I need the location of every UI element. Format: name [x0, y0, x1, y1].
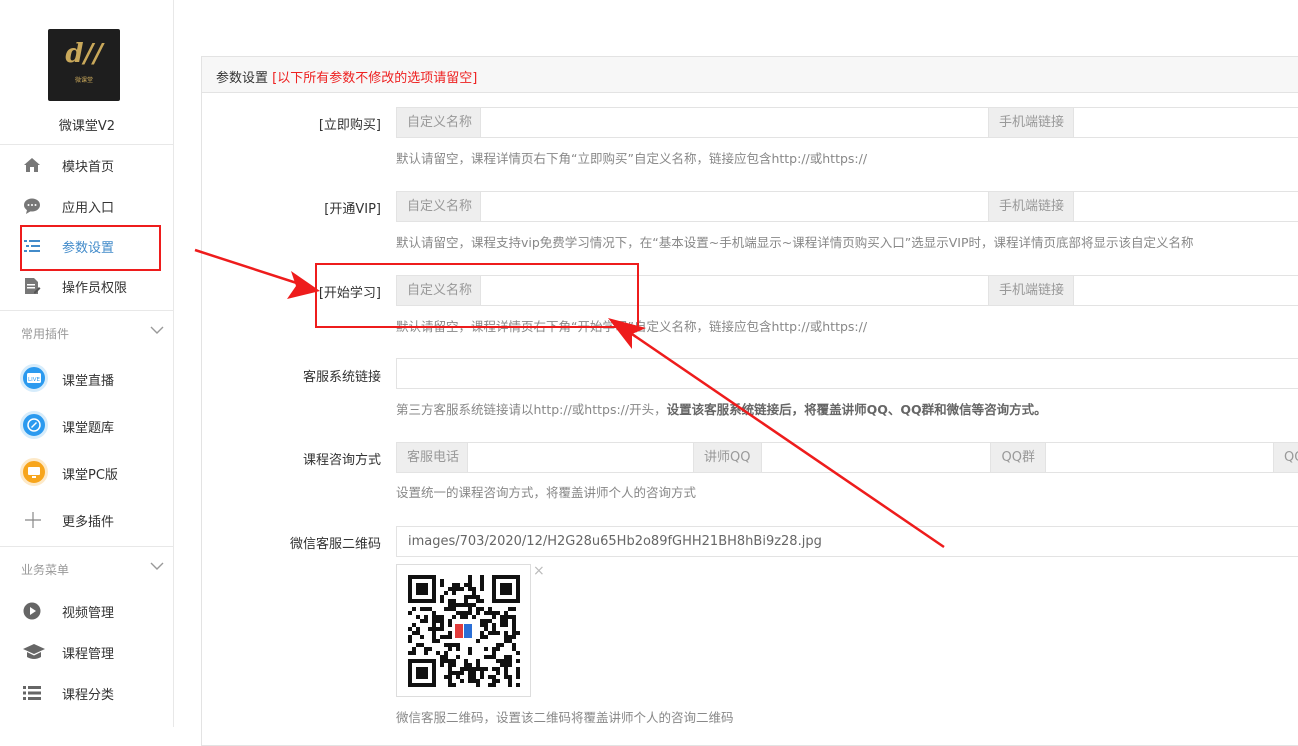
start-learning-link-addon: 手机端链接	[989, 276, 1073, 305]
wechat-qr-path-input[interactable]: images/703/2020/12/H2G28u65Hb2o89fGHH21B…	[396, 526, 1298, 557]
consult-help: 设置统一的课程咨询方式，将覆盖讲师个人的咨询方式	[396, 485, 697, 500]
buy-now-link-addon: 手机端链接	[989, 108, 1073, 137]
sidebar-item-label: 课堂PC版	[62, 468, 118, 483]
qr-code-image	[408, 575, 520, 687]
logo-mark: d//	[65, 39, 103, 69]
sidebar-item-label: 应用入口	[62, 201, 115, 216]
svg-text:LIVE: LIVE	[28, 377, 40, 383]
chevron-down-icon[interactable]	[150, 560, 164, 575]
sidebar-item-operator-permissions[interactable]: 操作员权限	[0, 266, 174, 306]
app-name: 微课堂V2	[58, 119, 116, 134]
sidebar-item-course-management[interactable]: 课程管理	[0, 632, 174, 672]
sidebar-item-label: 操作员权限	[62, 281, 128, 296]
service-link-help: 第三方客服系统链接请以http://或https://开头，设置该客服系统链接后…	[396, 399, 1047, 418]
close-icon[interactable]: ×	[533, 563, 545, 579]
sidebar-item-label: 更多插件	[62, 515, 115, 530]
consult-qq-input[interactable]	[762, 443, 990, 472]
sidebar-item-label: 课程分类	[62, 688, 115, 703]
play-circle-icon	[22, 601, 42, 621]
sidebar-item-question-bank[interactable]: 课堂题库	[0, 403, 174, 447]
logo-subtitle: 微课堂	[74, 77, 93, 84]
buy-now-link-input[interactable]	[1074, 108, 1298, 137]
sidebar-item-pc-version[interactable]: 课堂PC版	[0, 450, 174, 494]
graduation-cap-icon	[22, 642, 45, 662]
open-vip-input-group: 自定义名称 手机端链接	[396, 191, 1298, 222]
sidebar-item-video-management[interactable]: 视频管理	[0, 591, 174, 631]
wechat-qr-help: 微信客服二维码，设置该二维码将覆盖讲师个人的咨询二维码	[396, 710, 734, 725]
buy-now-label: [立即购买]	[318, 118, 381, 133]
buy-now-name-input[interactable]	[481, 108, 988, 137]
consult-phone-input[interactable]	[468, 443, 693, 472]
open-vip-label: [开通VIP]	[324, 202, 381, 217]
consult-qqgroup-addon: QQ群	[991, 443, 1045, 472]
panel-warning: [以下所有参数不修改的选项请留空]	[272, 71, 478, 86]
question-bank-icon	[20, 411, 48, 439]
start-learning-link-input[interactable]	[1074, 276, 1298, 305]
plus-icon	[24, 511, 42, 533]
open-vip-name-input[interactable]	[481, 192, 988, 221]
pc-monitor-icon	[20, 458, 48, 486]
divider	[0, 310, 174, 311]
open-vip-link-addon: 手机端链接	[989, 192, 1073, 221]
sidebar: d// 微课堂 微课堂V2 模块首页 应用入口 参数设置 操作员权限 常用插件 …	[0, 0, 174, 727]
panel-title: 参数设置	[216, 71, 269, 86]
service-link-help-text: 第三方客服系统链接请以http://或https://开头，	[396, 402, 667, 417]
section-title-business: 业务菜单	[21, 563, 70, 577]
consult-label: 课程咨询方式	[302, 453, 381, 468]
open-vip-link-input[interactable]	[1074, 192, 1298, 221]
app-logo: d// 微课堂	[48, 29, 120, 101]
sidebar-item-label: 课堂题库	[62, 421, 115, 436]
chat-bubble-icon	[22, 196, 42, 216]
panel-header: 参数设置 [以下所有参数不修改的选项请留空]	[202, 57, 1298, 93]
sidebar-item-course-category[interactable]: 课程分类	[0, 673, 174, 713]
open-vip-name-addon: 自定义名称	[397, 192, 480, 221]
service-link-help-bold: 设置该客服系统链接后，将覆盖讲师QQ、QQ群和微信等咨询方式。	[666, 402, 1047, 417]
open-vip-help: 默认请留空，课程支持vip免费学习情况下，在“基本设置~手机端显示~课程详情页购…	[396, 235, 1194, 250]
service-link-label: 客服系统链接	[302, 370, 381, 385]
buy-now-name-addon: 自定义名称	[397, 108, 480, 137]
wechat-qr-label: 微信客服二维码	[289, 537, 381, 552]
sidebar-item-more-plugins[interactable]: 更多插件	[0, 497, 174, 541]
buy-now-help: 默认请留空，课程详情页右下角“立即购买”自定义名称，链接应包含http://或h…	[396, 151, 868, 166]
sidebar-item-label: 模块首页	[62, 160, 115, 175]
section-title-plugins: 常用插件	[21, 327, 70, 341]
annotation-highlight-box	[315, 263, 639, 328]
divider	[0, 546, 174, 547]
service-link-input[interactable]	[396, 358, 1298, 389]
buy-now-input-group: 自定义名称 手机端链接	[396, 107, 1298, 138]
annotation-highlight-box	[20, 225, 161, 271]
sidebar-item-label: 课堂直播	[62, 374, 115, 389]
sidebar-item-module-home[interactable]: 模块首页	[0, 145, 174, 185]
consult-phone-addon: 客服电话	[397, 443, 467, 472]
home-icon	[22, 155, 42, 175]
document-edit-icon	[22, 276, 42, 296]
live-tv-icon: LIVE	[20, 364, 48, 392]
consult-input-group: 客服电话 讲师QQ QQ群 QQ	[396, 442, 1298, 473]
consult-qq-addon: 讲师QQ	[694, 443, 761, 472]
wechat-qr-preview[interactable]	[396, 564, 531, 697]
chevron-down-icon[interactable]	[150, 324, 164, 339]
sidebar-item-label: 课程管理	[62, 647, 115, 662]
consult-qqgroup-input[interactable]	[1046, 443, 1273, 472]
consult-last-addon: QQ	[1274, 443, 1298, 472]
sidebar-item-app-entry[interactable]: 应用入口	[0, 186, 174, 226]
list-icon	[22, 683, 42, 703]
sidebar-item-label: 视频管理	[62, 606, 115, 621]
sidebar-item-live[interactable]: LIVE 课堂直播	[0, 356, 174, 400]
